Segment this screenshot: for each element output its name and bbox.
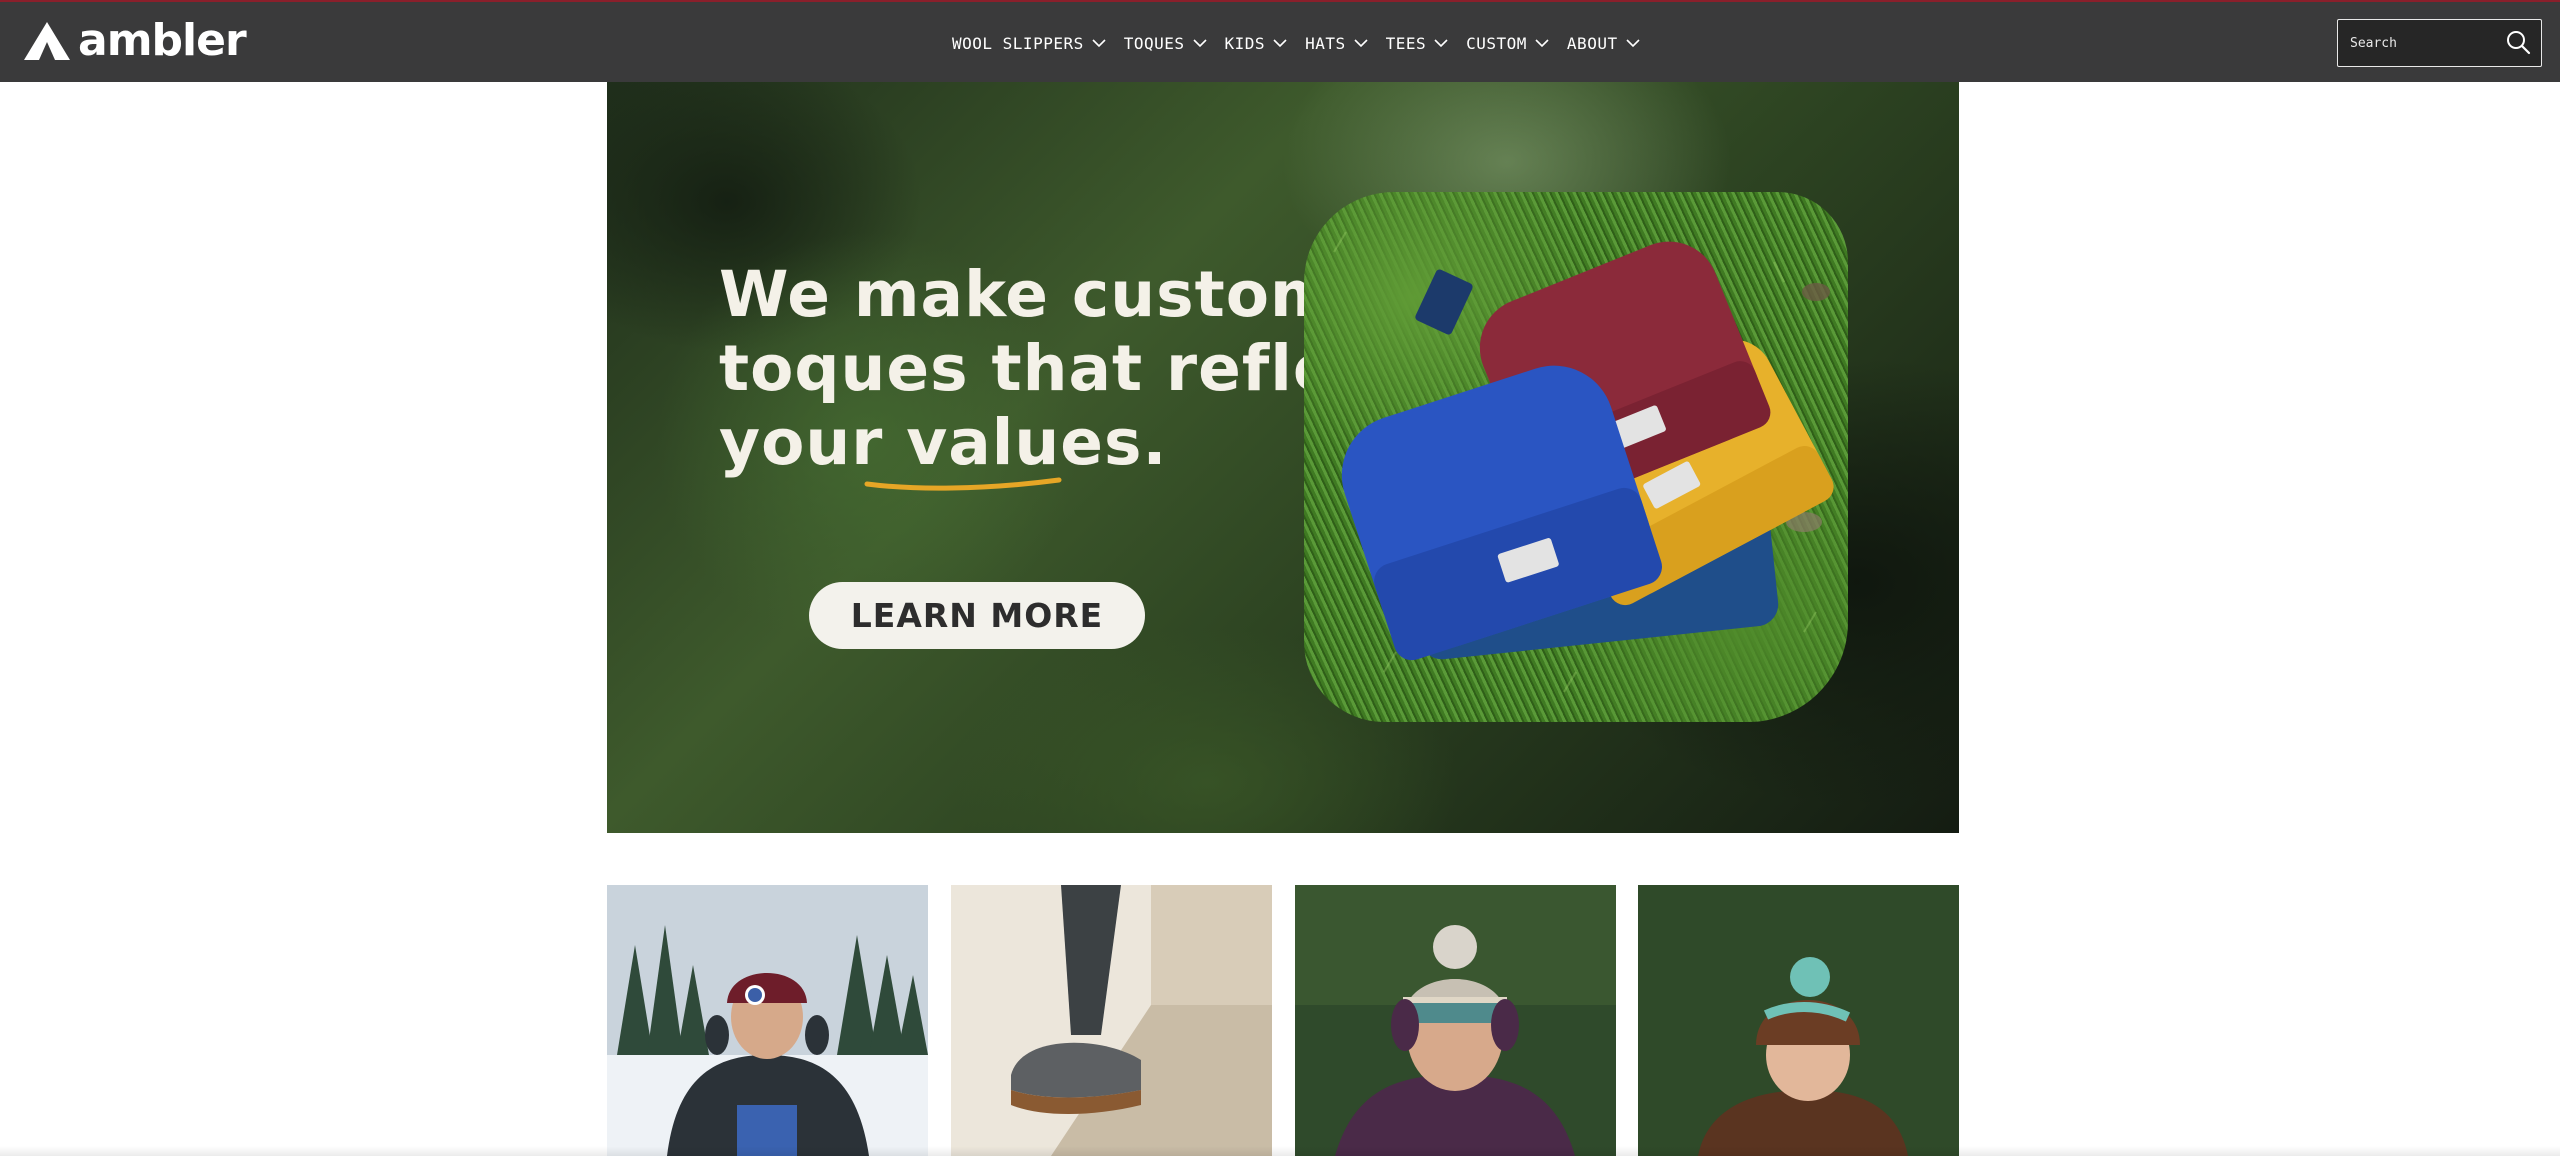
child-in-brown-pom-pom-hat — [1638, 885, 1959, 1156]
nav-item-label: WOOL SLIPPERS — [952, 33, 1084, 53]
page-fold-shadow — [0, 1146, 2560, 1156]
learn-more-button[interactable]: LEARN MORE — [809, 582, 1145, 649]
search-icon[interactable] — [2505, 29, 2531, 55]
hero-banner[interactable]: We make custom toques that reflect your … — [607, 82, 1959, 833]
headline-line: your values. — [719, 406, 1168, 479]
chevron-down-icon — [1354, 39, 1368, 48]
chevron-down-icon — [1626, 39, 1640, 48]
headline-line: toques that reflect — [719, 332, 1407, 405]
nav-item-toques[interactable]: TOQUES — [1124, 34, 1207, 53]
main-nav: WOOL SLIPPERS TOQUES KIDS HATS TEES CUST… — [952, 26, 1658, 60]
hero-headline: We make custom toques that reflect your … — [719, 258, 1407, 480]
chevron-down-icon — [1192, 39, 1207, 48]
headline-line: We make custom — [719, 258, 1337, 331]
woman-in-maroon-toque-snow — [607, 885, 928, 1156]
values-underline-decoration — [864, 477, 1062, 491]
brand-logo[interactable]: ambler — [22, 15, 247, 66]
nav-item-custom[interactable]: CUSTOM — [1466, 34, 1549, 53]
nav-item-about[interactable]: ABOUT — [1567, 34, 1640, 53]
chevron-down-icon — [1273, 39, 1287, 48]
nav-item-label: TOQUES — [1123, 33, 1185, 53]
nav-item-tees[interactable]: TEES — [1386, 34, 1449, 53]
nav-item-label: TEES — [1385, 33, 1427, 53]
tile-kids-pom-pom-hat[interactable] — [1638, 885, 1959, 1156]
tile-maroon-toque[interactable] — [607, 885, 928, 1156]
tile-wool-slippers[interactable] — [951, 885, 1272, 1156]
brand-name: ambler — [78, 15, 247, 66]
site-header: ambler WOOL SLIPPERS TOQUES KIDS HATS TE… — [0, 0, 2560, 82]
nav-item-wool-slippers[interactable]: WOOL SLIPPERS — [952, 34, 1106, 53]
nav-item-label: HATS — [1305, 33, 1346, 53]
woman-in-pom-pom-toque — [1295, 885, 1616, 1156]
nav-item-kids[interactable]: KIDS — [1225, 34, 1288, 53]
toques-illustration — [1333, 231, 1834, 693]
nav-item-label: CUSTOM — [1466, 33, 1527, 53]
chevron-down-icon — [1092, 39, 1106, 48]
nav-item-hats[interactable]: HATS — [1305, 34, 1368, 53]
hero-toques-image — [1304, 192, 1848, 722]
search-input[interactable] — [2348, 20, 2502, 67]
nav-item-label: ABOUT — [1566, 33, 1618, 53]
search-box — [2337, 19, 2542, 67]
chevron-down-icon — [1434, 39, 1448, 48]
ambler-a-logo-icon — [24, 22, 70, 60]
nav-item-label: KIDS — [1224, 33, 1266, 53]
tile-pom-pom-toque[interactable] — [1295, 885, 1616, 1156]
chevron-down-icon — [1535, 39, 1549, 48]
wool-slipper-on-step — [951, 885, 1272, 1156]
